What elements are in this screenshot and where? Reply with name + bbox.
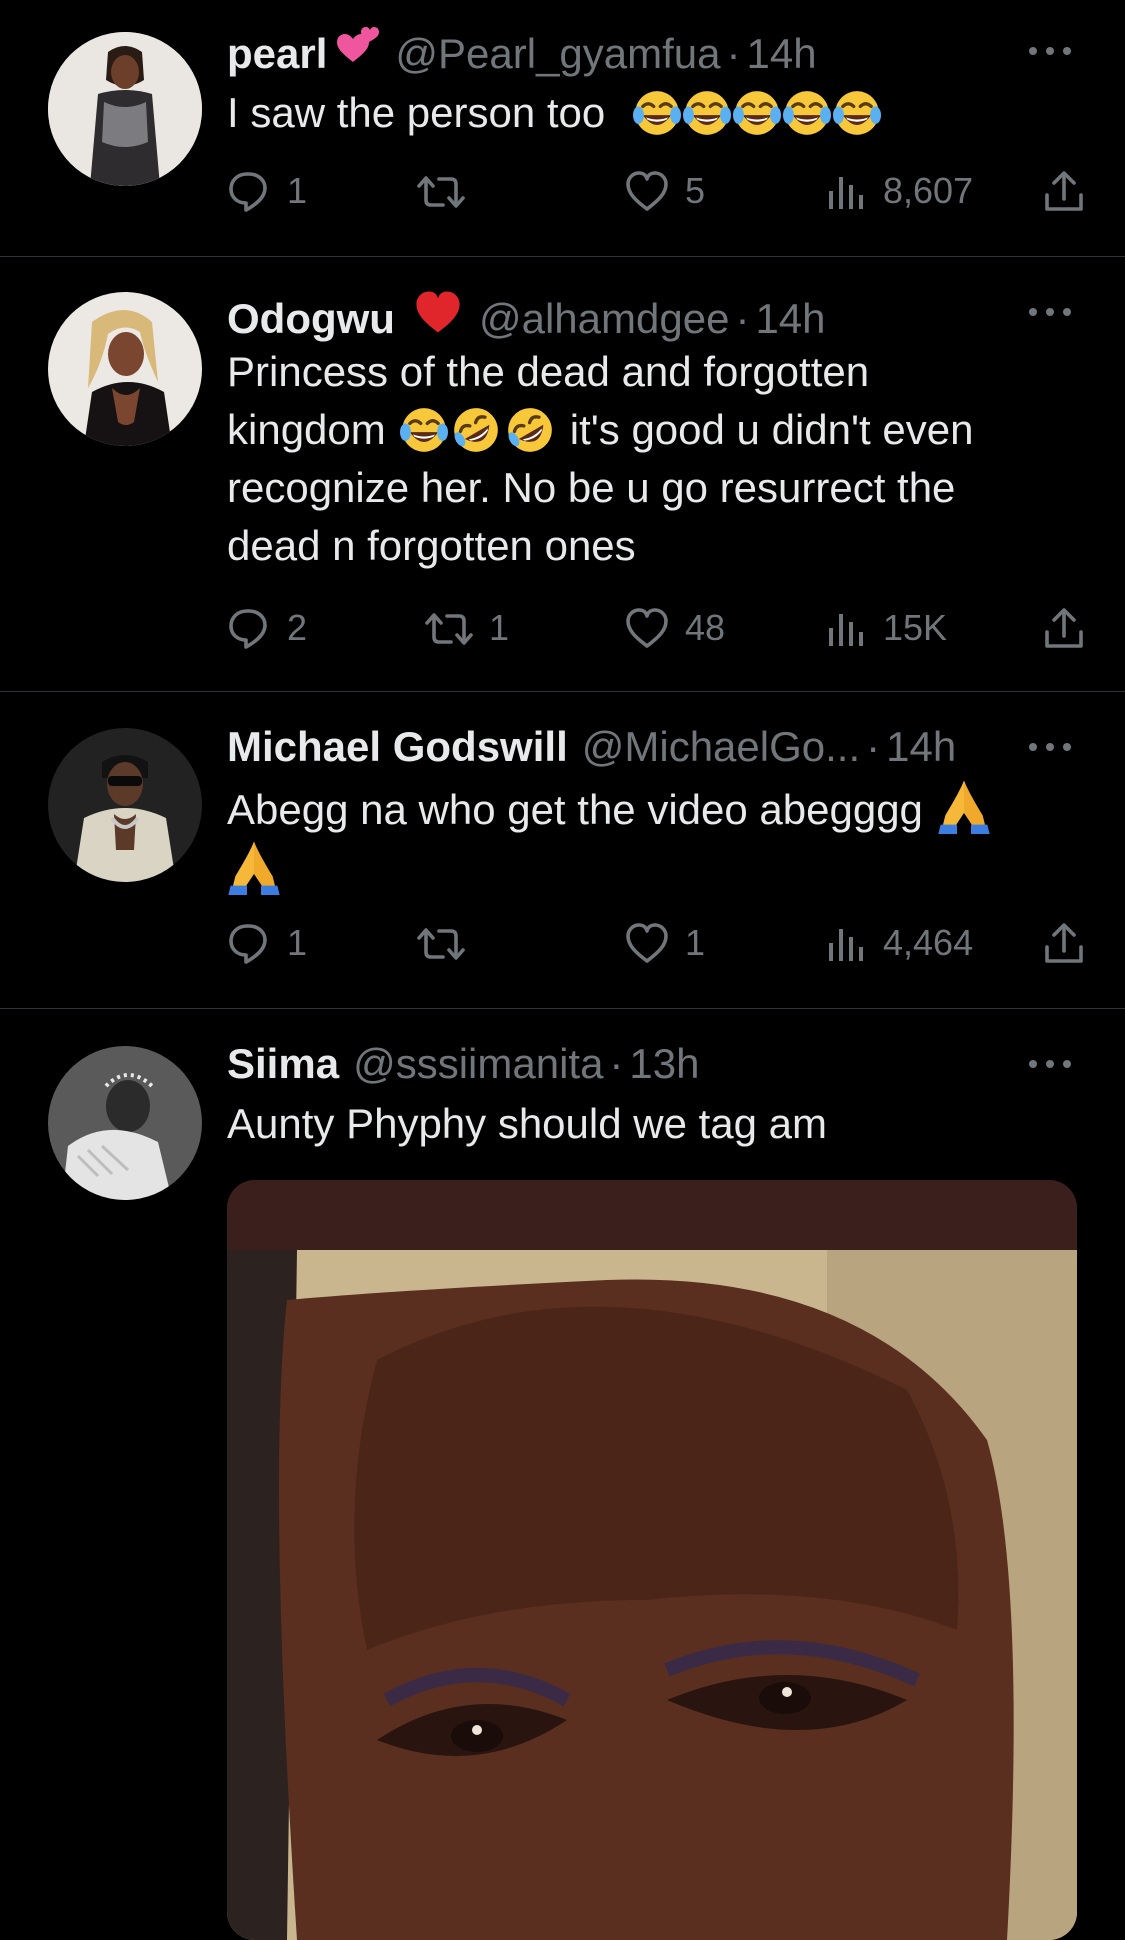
tweet-text-line: Princess of the dead and forgotten [227,348,870,395]
tweet-actions: 1 5 8,607 [227,166,1087,216]
folded-hands-icon [938,780,990,834]
face-with-tears-of-joy-icon [832,89,881,137]
timestamp[interactable]: 13h [629,1040,699,1087]
reply-button[interactable]: 2 [227,603,307,653]
tweet[interactable]: Odogwu @alhamdgee · 14h Princess of the dea… [0,257,1125,691]
views-button[interactable]: 4,464 [825,918,973,968]
face-with-tears-of-joy-icon [732,89,781,137]
folded-hands-icon [228,841,280,895]
tweet-text-line: dead n forgotten ones [227,522,636,569]
reply-button[interactable]: 1 [227,166,307,216]
reply-icon [229,609,267,649]
like-count: 5 [685,170,706,211]
timestamp[interactable]: 14h [755,295,825,342]
tweet-text-fragment: Abegg na who get the video abegggg [227,786,923,833]
red-heart-emoji-icon [416,291,460,333]
more-icon[interactable] [1025,1049,1075,1079]
tweet-text-line: kingdom it's good u didn't even [227,401,1080,459]
face-with-tears-of-joy-icon [682,89,731,137]
two-hearts-emoji-icon [337,27,380,62]
retweet-button[interactable] [417,166,481,216]
tweet-text: I saw the person too [227,89,606,136]
author-name[interactable]: Siima [227,1040,339,1087]
views-icon [829,177,863,209]
avatar[interactable] [48,1046,202,1200]
views-icon [829,614,863,646]
tweet-text-line [227,839,1080,900]
tweet-actions: 2 1 48 15K [227,603,1087,653]
more-icon[interactable] [1025,36,1075,66]
tweet-text-line: recognize her. No be u go resurrect the [227,464,956,511]
reply-icon [229,924,267,964]
rolling-on-the-floor-laughing-icon [449,406,502,454]
reply-icon [229,172,267,212]
author-handle[interactable]: @alhamdgee [479,295,729,342]
tweet-media-photo[interactable] [227,1180,1077,1940]
view-count: 8,607 [883,170,974,211]
heart-icon [626,171,668,211]
views-button[interactable]: 8,607 [825,166,973,216]
face-with-tears-of-joy-icon [782,89,831,137]
face-with-tears-of-joy-icon [632,89,681,137]
heart-icon [626,923,668,963]
tweet-text: Abegg na who get the video abegggg [227,778,1080,900]
face-with-tears-of-joy-icon [399,406,448,454]
avatar[interactable] [48,292,202,446]
share-button[interactable] [1043,918,1085,968]
tweet-text-line: Abegg na who get the video abegggg [227,778,1080,839]
share-icon [1045,608,1083,648]
separator-dot: · [735,295,750,342]
retweet-button[interactable]: 1 [425,603,509,653]
author-handle[interactable]: @Pearl_gyamfua [395,30,720,77]
tweet-actions: 1 1 4,464 [227,918,1087,968]
retweet-icon [425,613,473,645]
more-icon[interactable] [1025,732,1075,762]
retweet-count: 1 [489,607,510,648]
like-button[interactable]: 5 [625,166,705,216]
separator-dot: · [866,723,881,770]
share-icon [1045,923,1083,963]
author-name[interactable]: Odogwu [227,295,395,342]
tweet[interactable]: Michael Godswill @MichaelGo... · 14h Abegg … [0,692,1125,1008]
share-button[interactable] [1043,166,1085,216]
retweet-icon [417,928,465,960]
timestamp[interactable]: 14h [747,30,817,77]
avatar[interactable] [48,32,202,186]
heart-icon [626,608,668,648]
like-count: 1 [685,922,706,963]
author-name[interactable]: Michael Godswill [227,723,568,770]
share-button[interactable] [1043,603,1085,653]
tweet-text: Aunty Phyphy should we tag am [227,1100,828,1147]
like-button[interactable]: 48 [625,603,725,653]
more-icon[interactable] [1025,297,1075,327]
retweet-icon [417,176,465,208]
tweet[interactable]: pearl @Pearl_gyamfua · 14h I saw the person… [0,0,1125,256]
like-count: 48 [685,607,726,648]
author-name[interactable]: pearl [227,30,327,77]
author-handle[interactable]: @MichaelGo... [582,723,860,770]
avatar[interactable] [48,728,202,882]
views-icon [829,929,863,961]
replies-feed: pearl @Pearl_gyamfua · 14h I saw the person… [0,0,1125,1940]
tweet-text-fragment: it's good u didn't even [569,406,974,453]
separator-dot: · [609,1040,624,1087]
retweet-button[interactable] [417,918,481,968]
view-count: 15K [883,607,948,648]
reply-count: 2 [287,607,308,648]
like-button[interactable]: 1 [625,918,705,968]
author-handle[interactable]: @sssiimanita [353,1040,603,1087]
separator-dot: · [726,30,741,77]
share-icon [1045,171,1083,211]
reply-count: 1 [287,170,308,211]
view-count: 4,464 [883,922,974,963]
timestamp[interactable]: 14h [886,723,956,770]
views-button[interactable]: 15K [825,603,947,653]
rolling-on-the-floor-laughing-icon [503,406,556,454]
tweet-text: Princess of the dead and forgotten kingd… [227,343,1080,575]
tweet-text-fragment: kingdom [227,406,386,453]
reply-button[interactable]: 1 [227,918,307,968]
reply-count: 1 [287,922,308,963]
